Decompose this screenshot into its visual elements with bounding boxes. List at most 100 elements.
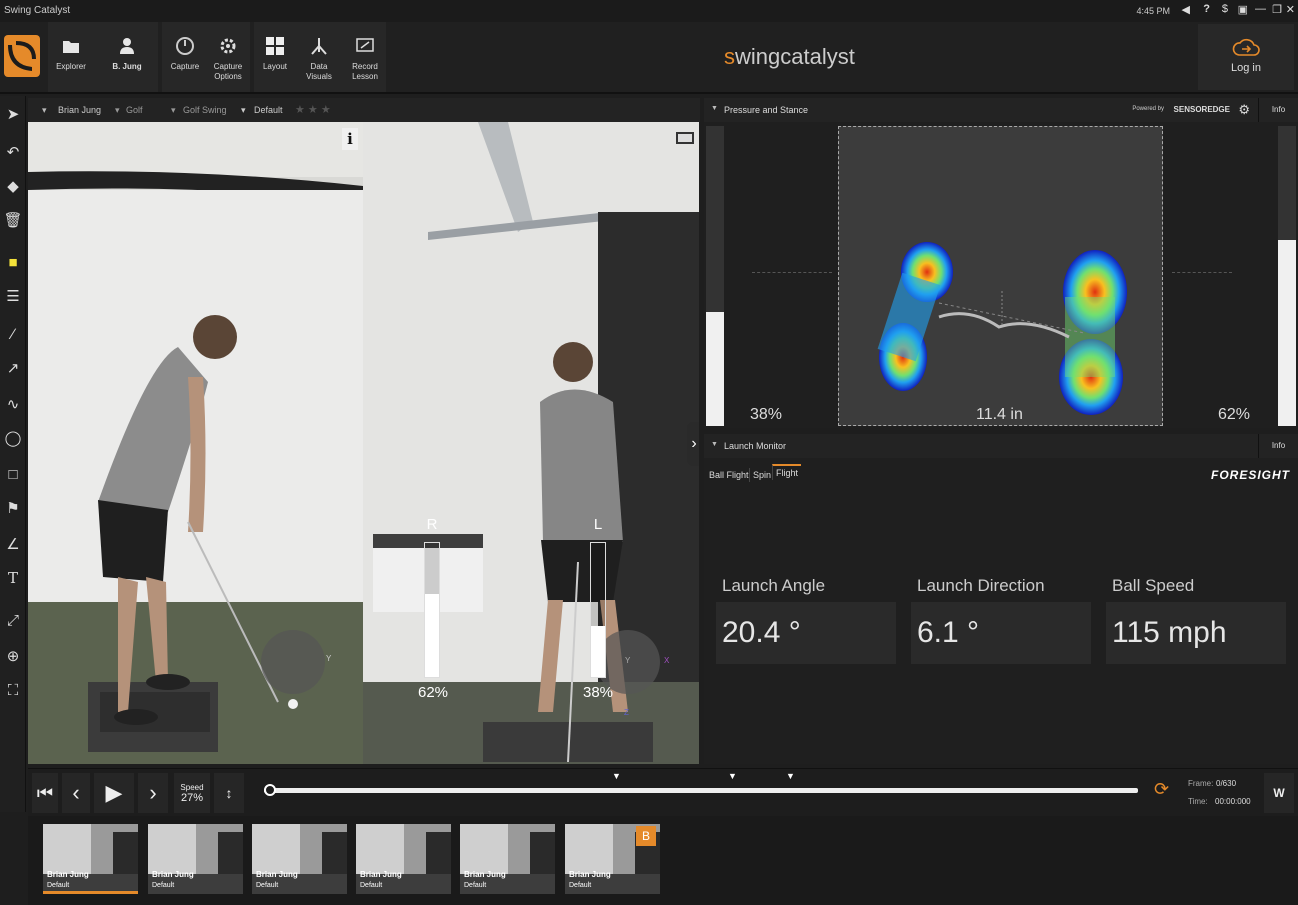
record-lesson-label-2: Lesson (352, 72, 378, 81)
circle-tool-icon[interactable]: ◯ (3, 428, 23, 448)
user-button[interactable]: B. Jung (104, 22, 150, 92)
loop-icon[interactable]: ⟳ (1154, 779, 1169, 800)
left-weight-value: 38% (583, 684, 614, 701)
layout-button[interactable]: Layout (254, 22, 296, 92)
right-foot-pct: 62% (1218, 406, 1251, 423)
next-frame-icon[interactable]: › (138, 773, 168, 813)
record-lesson-icon (356, 38, 374, 52)
powered-by-label: Powered by (1132, 106, 1164, 112)
thumbnail-2[interactable]: Brian Jung Default (148, 824, 243, 894)
settings-gear-icon[interactable]: ⚙ (1238, 102, 1250, 118)
video-info-icon[interactable]: i (342, 128, 358, 150)
layout-grid-icon (266, 37, 284, 55)
restore-button[interactable]: ❐ (1272, 3, 1282, 16)
launch-monitor-collapse-chevron-icon[interactable]: ▼ (711, 441, 718, 448)
record-lesson-button[interactable]: Record Lesson (344, 22, 386, 92)
close-button[interactable]: ✕ (1286, 3, 1295, 16)
user-icon (120, 38, 134, 54)
pressure-title: Pressure and Stance (724, 105, 809, 115)
collapse-chevron-icon[interactable]: ▼ (711, 105, 718, 112)
panel-expand-chevron-icon[interactable]: › (687, 422, 699, 466)
power-icon (176, 37, 194, 55)
thumbnail-1[interactable]: Brian Jung Default (43, 824, 138, 894)
speed-label: Speed (180, 782, 204, 792)
previous-frame-icon[interactable]: ‹ (62, 773, 90, 813)
window-title: Swing Catalyst (4, 5, 71, 16)
undo-icon[interactable]: ↶ (3, 142, 23, 162)
zoom-tool-icon[interactable]: ⊕ (3, 646, 23, 666)
trash-icon[interactable]: 🗑 (3, 210, 23, 230)
view-dropdown-chevron-icon[interactable]: ▾ (241, 105, 246, 116)
brand-wordmark: swingcatalyst (724, 44, 855, 70)
help-icon[interactable]: ? (1203, 3, 1210, 15)
video-viewport[interactable]: i › R 62% L 38% Y Y X Z (28, 122, 699, 764)
play-icon[interactable]: ▶ (94, 773, 134, 813)
timeline-marker-1-icon[interactable]: ▼ (612, 771, 621, 781)
capture-options-button[interactable]: Capture Options (206, 22, 250, 92)
body-outline-tool-icon[interactable]: ⚑ (3, 498, 23, 518)
highlighter-icon[interactable]: ■ (3, 252, 23, 272)
eraser-icon[interactable]: ◆ (3, 176, 23, 196)
currency-icon[interactable]: $ (1222, 3, 1228, 15)
thumbnail-3[interactable]: Brian Jung Default (252, 824, 347, 894)
timeline-scrubber[interactable] (264, 784, 276, 796)
axis-x-label: X (664, 656, 670, 665)
timeline-track[interactable] (264, 788, 1138, 793)
right-weight-label: R (426, 516, 438, 533)
rectangle-tool-icon[interactable]: □ (3, 464, 23, 484)
tab-spin[interactable]: Spin (749, 468, 774, 482)
measure-tool-icon[interactable]: ⤢ (3, 610, 23, 630)
tab-flight[interactable]: Flight (772, 464, 802, 480)
player-dropdown[interactable]: Brian Jung (58, 105, 101, 115)
skip-to-start-icon[interactable]: ⏮ (32, 773, 58, 813)
menu-lines-icon[interactable]: ☰ (3, 286, 23, 306)
fullscreen-icon[interactable]: ▣ (1238, 3, 1248, 16)
capture-button[interactable]: Capture (164, 22, 206, 92)
crop-tool-icon[interactable]: ⛶ (3, 680, 23, 700)
thumbnail-6[interactable]: Brian Jung Default B (565, 824, 660, 894)
minimize-button[interactable]: — (1255, 3, 1266, 15)
pressure-heatmap (877, 242, 1127, 415)
timeline-marker-3-icon[interactable]: ▼ (786, 771, 795, 781)
tab-ball-flight[interactable]: Ball Flight (706, 468, 752, 482)
speed-control[interactable]: Speed 27% (174, 773, 210, 813)
left-weight-label: L (593, 516, 603, 533)
line-tool-icon[interactable]: ∕ (3, 324, 23, 344)
thumbnail-4[interactable]: Brian Jung Default (356, 824, 451, 894)
pressure-panel: 38% 11.4 in 62% (704, 122, 1298, 428)
camera-toggle-icon[interactable] (676, 132, 694, 144)
time-label: Time: (1188, 797, 1208, 806)
angle-tool-icon[interactable]: ∠ (3, 534, 23, 554)
category-dropdown[interactable]: Golf Swing (183, 105, 227, 115)
launch-monitor-info-button[interactable]: Info (1258, 434, 1298, 458)
timeline-marker-2-icon[interactable]: ▼ (728, 771, 737, 781)
sport-dropdown-chevron-icon[interactable]: ▾ (115, 105, 120, 116)
text-tool-icon[interactable]: T (3, 568, 23, 588)
time-value: 00:00:000 (1215, 797, 1251, 806)
category-dropdown-chevron-icon[interactable]: ▾ (171, 105, 176, 116)
thumbnail-5[interactable]: Brian Jung Default (460, 824, 555, 894)
thumbnail-3-preset: Default (256, 882, 279, 889)
sport-dropdown[interactable]: Golf (126, 105, 143, 115)
fit-height-icon[interactable]: ↕ (214, 773, 244, 813)
freehand-tool-icon[interactable]: ∿ (3, 394, 23, 414)
playback-bar: ⏮ ‹ ▶ › Speed 27% ↕ ▼ ▼ ▼ ⟳ Frame: 0/630… (28, 768, 1298, 816)
rating-stars[interactable]: ★ ★ ★ (295, 103, 331, 116)
view-dropdown[interactable]: Default (254, 105, 283, 115)
login-button[interactable]: Log in (1198, 24, 1294, 90)
data-visuals-button[interactable]: Data Visuals (298, 22, 340, 92)
capture-label: Capture (170, 62, 200, 71)
pressure-info-button[interactable]: Info (1258, 98, 1298, 122)
explorer-button[interactable]: Explorer (48, 22, 94, 92)
thumbnail-4-preset: Default (360, 882, 383, 889)
frame-value: 0/630 (1216, 779, 1237, 788)
volume-icon[interactable]: ◀ (1182, 3, 1190, 16)
toolbar-group-files: Explorer B. Jung (48, 22, 158, 92)
select-arrow-icon[interactable]: ➤ (3, 104, 23, 124)
folder-icon (63, 41, 79, 53)
player-dropdown-chevron-icon[interactable]: ▾ (42, 105, 47, 116)
brand-mark-icon[interactable]: W (1264, 773, 1294, 813)
left-foot-pct: 38% (750, 406, 783, 423)
arrow-tool-icon[interactable]: ↗ (3, 358, 23, 378)
foresight-logo: FORESIGHT (1210, 468, 1290, 482)
